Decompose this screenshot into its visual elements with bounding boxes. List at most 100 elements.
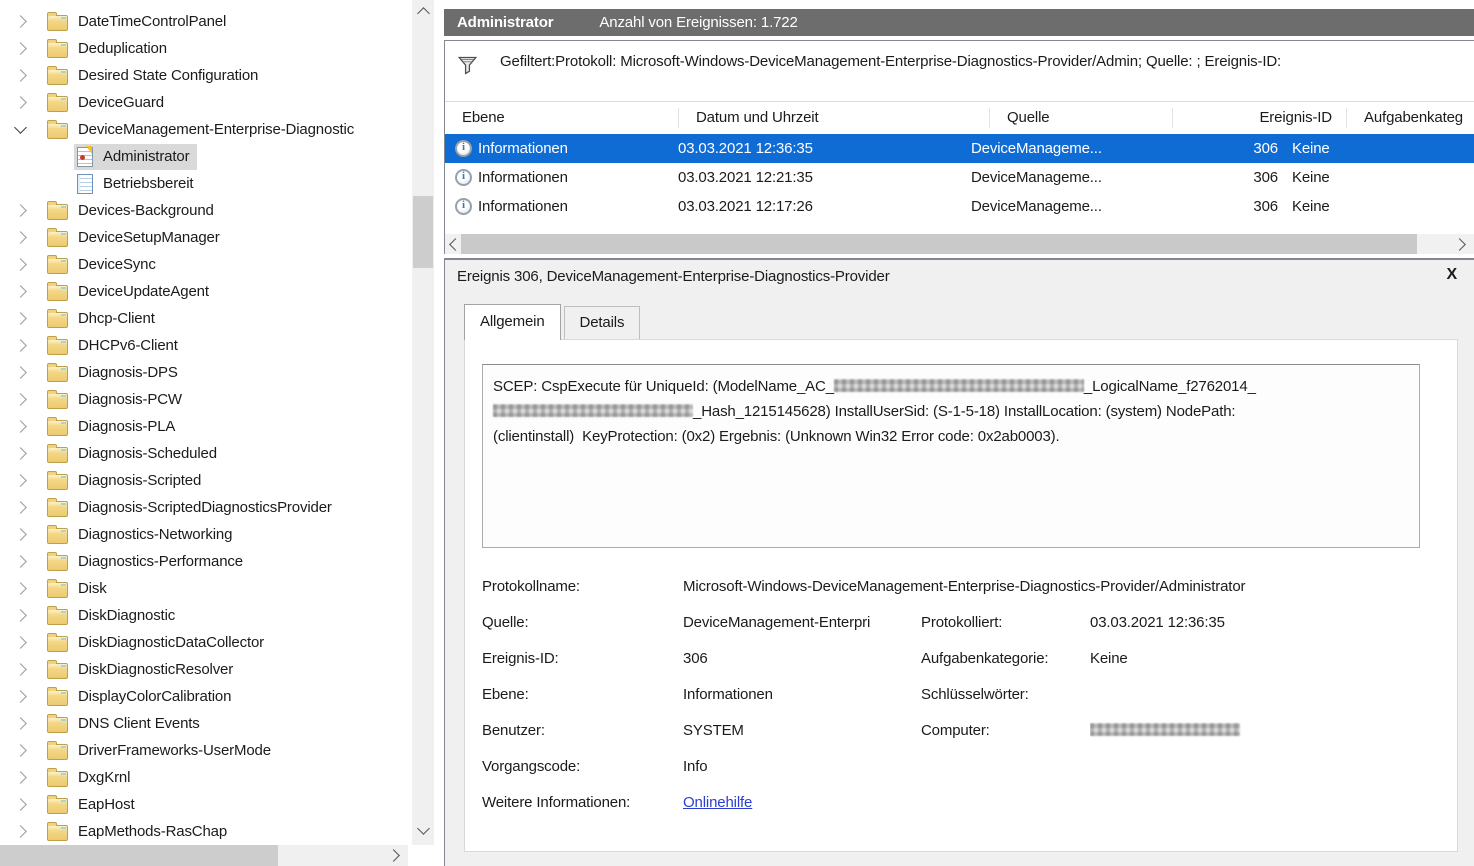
tab-details[interactable]: Details (564, 306, 641, 339)
field-label: Ereignis-ID: (482, 650, 683, 667)
field-label: Weitere Informationen: (482, 794, 683, 811)
tree-item-displaycolorcalibration[interactable]: DisplayColorCalibration (0, 683, 412, 710)
column-header-ebene[interactable]: Ebene (445, 108, 679, 128)
tree-item-deduplication[interactable]: Deduplication (0, 35, 412, 62)
chevron-right-icon[interactable] (14, 744, 27, 757)
tree-item-label: DeviceUpdateAgent (78, 283, 209, 300)
tree-item-desired-state-configuration[interactable]: Desired State Configuration (0, 62, 412, 89)
chevron-right-icon[interactable] (14, 285, 27, 298)
chevron-right-icon[interactable] (14, 825, 27, 838)
column-header-datum-und-uhrzeit[interactable]: Datum und Uhrzeit (679, 108, 990, 128)
onlinehilfe-link[interactable]: Onlinehilfe (683, 794, 752, 811)
chevron-right-icon[interactable] (14, 42, 27, 55)
chevron-right-icon[interactable] (14, 312, 27, 325)
tree-item-devices-background[interactable]: Devices-Background (0, 197, 412, 224)
tree-item-diagnostics-performance[interactable]: Diagnostics-Performance (0, 548, 412, 575)
tree-item-deviceguard[interactable]: DeviceGuard (0, 89, 412, 116)
chevron-right-icon[interactable] (14, 501, 27, 514)
chevron-right-icon[interactable] (14, 69, 27, 82)
tree-item-dns-client-events[interactable]: DNS Client Events (0, 710, 412, 737)
tree-item-driverframeworks-usermode[interactable]: DriverFrameworks-UserMode (0, 737, 412, 764)
cell-category: Keine (1292, 140, 1474, 157)
filter-bar: Gefiltert:Protokoll: Microsoft-Windows-D… (445, 41, 1474, 102)
column-header-aufgabenkateg[interactable]: Aufgabenkateg (1347, 108, 1474, 128)
tree-item-disk[interactable]: Disk (0, 575, 412, 602)
event-row[interactable]: Informationen03.03.2021 12:36:35DeviceMa… (445, 134, 1474, 163)
field-label: Protokollname: (482, 578, 683, 595)
events-hscrollbar-thumb[interactable] (461, 234, 1417, 254)
chevron-right-icon[interactable] (14, 771, 27, 784)
scroll-up-icon[interactable] (417, 7, 430, 20)
chevron-right-icon[interactable] (14, 582, 27, 595)
tree-vertical-scrollbar[interactable] (412, 0, 434, 845)
column-header-ereignis-id[interactable]: Ereignis-ID (1173, 108, 1347, 128)
chevron-right-icon[interactable] (14, 609, 27, 622)
tree-item-diskdiagnosticdatacollector[interactable]: DiskDiagnosticDataCollector (0, 629, 412, 656)
events-horizontal-scrollbar[interactable] (445, 234, 1474, 254)
chevron-right-icon[interactable] (14, 366, 27, 379)
chevron-right-icon[interactable] (14, 474, 27, 487)
chevron-right-icon[interactable] (14, 528, 27, 541)
chevron-right-icon[interactable] (14, 15, 27, 28)
tree-item-eaphost[interactable]: EapHost (0, 791, 412, 818)
tree-item-body: Deduplication (44, 37, 175, 61)
tree-item-datetimecontrolpanel[interactable]: DateTimeControlPanel (0, 8, 412, 35)
scroll-down-icon[interactable] (417, 822, 430, 835)
chevron-right-icon[interactable] (14, 555, 27, 568)
field-row-weitere-informationen: Weitere Informationen:Onlinehilfe (482, 784, 1449, 820)
field-row-quelle: Quelle:DeviceManagement-EnterpriProtokol… (482, 604, 1449, 640)
chevron-right-icon[interactable] (14, 420, 27, 433)
scroll-right-icon[interactable] (387, 849, 400, 862)
scroll-right-icon[interactable] (1453, 238, 1466, 251)
folder-icon (47, 744, 68, 760)
tree-item-body: DxgKrnl (44, 766, 138, 790)
tree-item-betriebsbereit[interactable]: Betriebsbereit (0, 170, 412, 197)
information-icon (455, 169, 472, 186)
cell-datetime: 03.03.2021 12:36:35 (678, 140, 971, 157)
tree-hscrollbar-thumb[interactable] (0, 845, 278, 866)
scroll-left-icon[interactable] (449, 238, 462, 251)
tree-item-diskdiagnosticresolver[interactable]: DiskDiagnosticResolver (0, 656, 412, 683)
tree-item-diagnostics-networking[interactable]: Diagnostics-Networking (0, 521, 412, 548)
chevron-right-icon[interactable] (14, 204, 27, 217)
event-row[interactable]: Informationen03.03.2021 12:21:35DeviceMa… (445, 163, 1474, 192)
tree-item-administrator[interactable]: Administrator (0, 143, 412, 170)
chevron-right-icon[interactable] (14, 798, 27, 811)
tree-vscrollbar-thumb[interactable] (413, 196, 433, 268)
tree-item-diagnosis-scheduled[interactable]: Diagnosis-Scheduled (0, 440, 412, 467)
chevron-right-icon[interactable] (14, 339, 27, 352)
chevron-right-icon[interactable] (14, 258, 27, 271)
chevron-right-icon[interactable] (14, 447, 27, 460)
tree-item-diagnosis-pla[interactable]: Diagnosis-PLA (0, 413, 412, 440)
tree-item-dhcp-client[interactable]: Dhcp-Client (0, 305, 412, 332)
tree-item-diagnosis-dps[interactable]: Diagnosis-DPS (0, 359, 412, 386)
tree-item-body: DiskDiagnostic (44, 604, 183, 628)
chevron-right-icon[interactable] (14, 663, 27, 676)
tree-item-diagnosis-pcw[interactable]: Diagnosis-PCW (0, 386, 412, 413)
chevron-right-icon[interactable] (14, 690, 27, 703)
chevron-down-icon[interactable] (14, 121, 27, 134)
column-header-quelle[interactable]: Quelle (990, 108, 1173, 128)
tree-item-diskdiagnostic[interactable]: DiskDiagnostic (0, 602, 412, 629)
tree-item-deviceupdateagent[interactable]: DeviceUpdateAgent (0, 278, 412, 305)
chevron-right-icon[interactable] (14, 231, 27, 244)
chevron-right-icon[interactable] (14, 393, 27, 406)
tree-item-diagnosis-scripted[interactable]: Diagnosis-Scripted (0, 467, 412, 494)
tree-item-label: EapMethods-RasChap (78, 823, 227, 840)
tree-item-diagnosis-scripteddiagnosticsprovider[interactable]: Diagnosis-ScriptedDiagnosticsProvider (0, 494, 412, 521)
tree-item-eapmethods-raschap[interactable]: EapMethods-RasChap (0, 818, 412, 845)
tree-item-dxgkrnl[interactable]: DxgKrnl (0, 764, 412, 791)
chevron-right-icon[interactable] (14, 717, 27, 730)
chevron-right-icon[interactable] (14, 636, 27, 649)
tree-item-dhcpv6-client[interactable]: DHCPv6-Client (0, 332, 412, 359)
tree-item-devicesetupmanager[interactable]: DeviceSetupManager (0, 224, 412, 251)
chevron-right-icon[interactable] (14, 96, 27, 109)
close-icon[interactable]: X (1446, 266, 1457, 284)
event-row[interactable]: Informationen03.03.2021 12:17:26DeviceMa… (445, 192, 1474, 221)
tree-item-body: Diagnosis-PCW (44, 388, 190, 412)
tab-allgemein[interactable]: Allgemein (464, 304, 561, 340)
field-value: SYSTEM (683, 722, 921, 739)
tree-horizontal-scrollbar[interactable] (0, 845, 408, 866)
tree-item-devicemanagement-enterprise-diagnostic[interactable]: DeviceManagement-Enterprise-Diagnostic (0, 116, 412, 143)
tree-item-devicesync[interactable]: DeviceSync (0, 251, 412, 278)
